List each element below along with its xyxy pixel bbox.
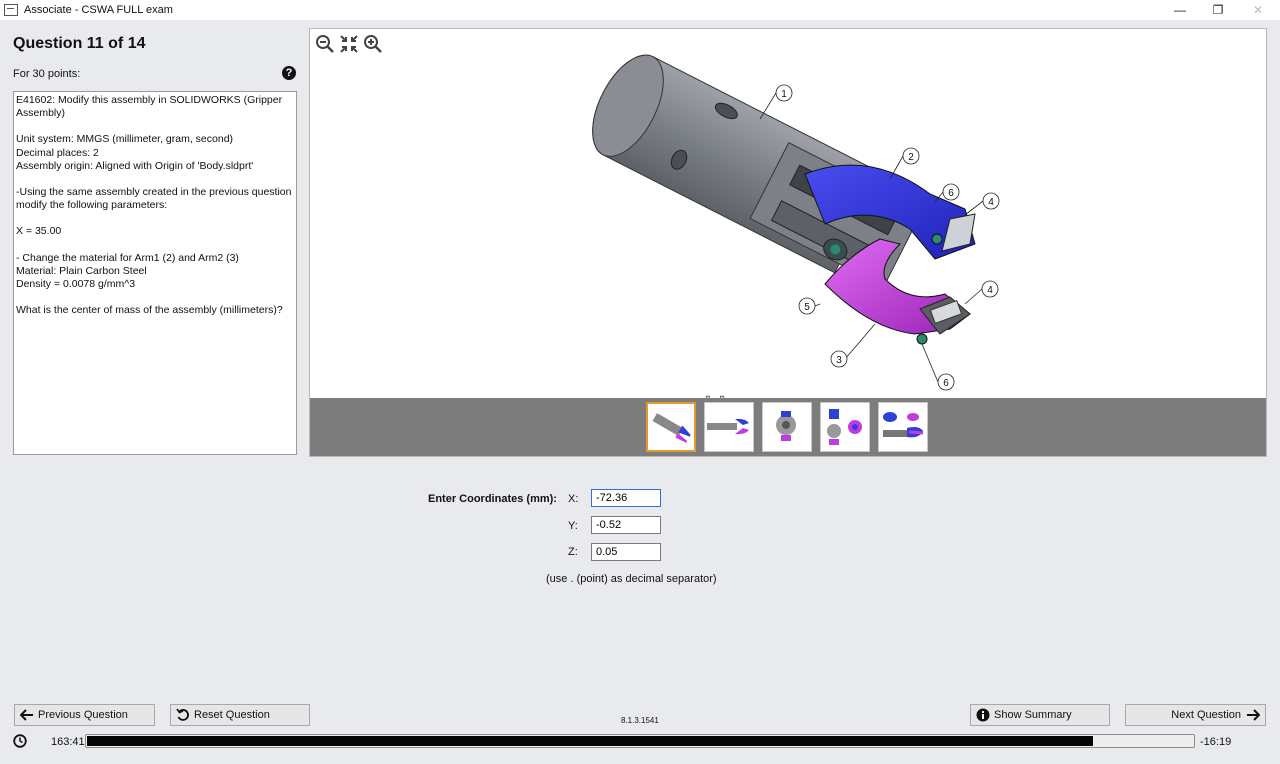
balloon-label: 1 — [781, 89, 787, 100]
previous-question-button[interactable]: Previous Question — [14, 704, 155, 726]
question-line: Unit system: MMGS (millimeter, gram, sec… — [16, 133, 234, 146]
gripper-assembly-image: 1 2 6 4 4 5 3 6 — [592, 54, 1000, 391]
time-progress-fill — [87, 736, 1094, 746]
version-label: 8.1.3.1541 — [621, 716, 659, 725]
minimize-icon[interactable]: — — [1160, 0, 1200, 20]
next-question-label: Next Question — [1171, 709, 1241, 721]
title-bar: Associate - CSWA FULL exam — ❐ ✕ — [0, 0, 1280, 20]
z-coordinate-input[interactable] — [591, 543, 661, 561]
y-coordinate-input[interactable] — [591, 516, 661, 534]
show-summary-label: Show Summary — [994, 709, 1072, 721]
thumbnail-3[interactable] — [762, 402, 812, 452]
thumbnail-2[interactable] — [704, 402, 754, 452]
remaining-time: -16:19 — [1200, 736, 1232, 748]
question-line: Assembly origin: Aligned with Origin of … — [16, 159, 254, 172]
y-label: Y: — [568, 520, 578, 532]
restore-icon[interactable]: ❐ — [1198, 0, 1238, 20]
window-title: Associate - CSWA FULL exam — [24, 4, 173, 16]
question-circle-icon[interactable]: ? — [282, 66, 296, 80]
model-viewer[interactable]: 1 2 6 4 4 5 3 6 莫西网www.3dmox.com — [309, 28, 1267, 457]
question-line: X = 35.00 — [16, 225, 62, 238]
time-progress-bar — [85, 734, 1195, 748]
previous-question-label: Previous Question — [38, 709, 128, 721]
reset-icon — [175, 707, 191, 723]
points-label: For 30 points: — [13, 68, 81, 80]
question-line: - Change the material for Arm1 (2) and A… — [16, 251, 239, 264]
x-label: X: — [568, 493, 579, 505]
balloon-label: 3 — [836, 355, 842, 366]
coordinates-prompt: Enter Coordinates (mm): — [428, 493, 557, 505]
thumbnail-strip — [310, 398, 1266, 456]
app-icon — [4, 4, 18, 16]
balloon-label: 6 — [948, 188, 954, 199]
balloon-label: 4 — [988, 197, 994, 208]
z-label: Z: — [568, 546, 578, 558]
question-line: Decimal places: 2 — [16, 146, 99, 159]
question-heading: Question 11 of 14 — [13, 35, 146, 52]
balloon-label: 2 — [908, 152, 914, 163]
next-question-button[interactable]: Next Question — [1125, 704, 1266, 726]
question-line: Density = 0.0078 g/mm^3 — [16, 278, 136, 291]
question-line: Material: Plain Carbon Steel — [16, 264, 147, 277]
info-icon — [975, 707, 991, 723]
clock-icon — [13, 734, 27, 748]
question-line: E41602: Modify this assembly in SOLIDWOR… — [16, 94, 283, 120]
balloon-label: 5 — [804, 302, 810, 313]
elapsed-time: 163:41 — [51, 736, 85, 748]
arrow-right-icon — [1245, 707, 1261, 723]
thumbnail-1[interactable] — [646, 402, 696, 452]
reset-question-button[interactable]: Reset Question — [170, 704, 310, 726]
question-line: What is the center of mass of the assemb… — [16, 304, 283, 317]
reset-question-label: Reset Question — [194, 709, 270, 721]
close-icon[interactable]: ✕ — [1238, 0, 1278, 20]
question-text-box[interactable]: E41602: Modify this assembly in SOLIDWOR… — [13, 91, 297, 455]
show-summary-button[interactable]: Show Summary — [970, 704, 1110, 726]
question-line: -Using the same assembly created in the … — [16, 186, 292, 212]
arrow-left-icon — [19, 707, 35, 723]
thumbnail-4[interactable] — [820, 402, 870, 452]
decimal-hint: (use . (point) as decimal separator) — [546, 573, 717, 585]
x-coordinate-input[interactable] — [591, 489, 661, 507]
thumbnail-5[interactable] — [878, 402, 928, 452]
balloon-label: 4 — [987, 285, 993, 296]
